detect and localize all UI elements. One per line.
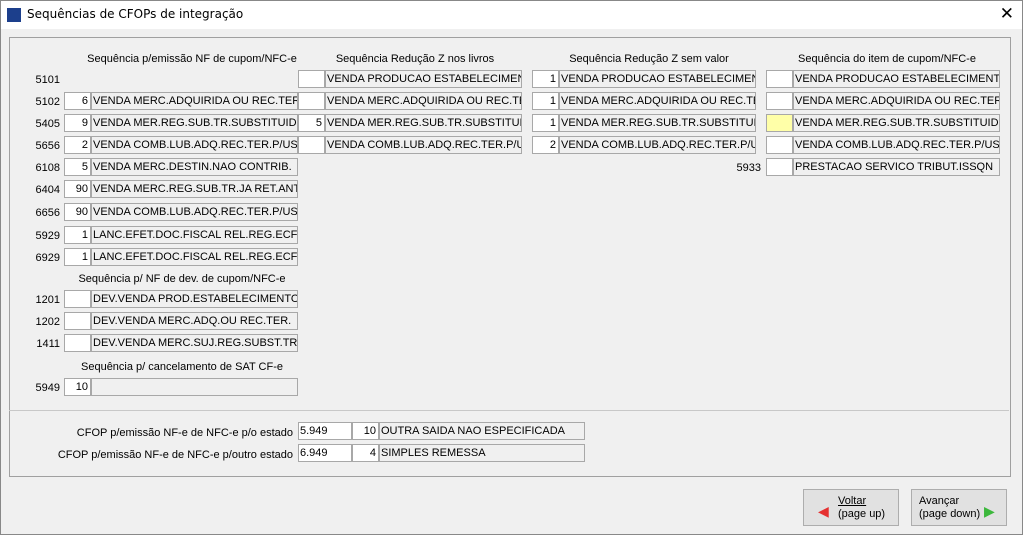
sequence-input[interactable] bbox=[766, 114, 793, 132]
cfop-description: VENDA MER.REG.SUB.TR.SUBSTITUIDO bbox=[91, 114, 298, 132]
sequence-input[interactable]: 5 bbox=[298, 114, 325, 132]
cfop-description: VENDA MERC.ADQUIRIDA OU REC.TER. bbox=[325, 92, 522, 110]
sequence-input[interactable]: 1 bbox=[532, 92, 559, 110]
sequence-input[interactable]: 10 bbox=[64, 378, 91, 396]
sequence-input[interactable] bbox=[298, 136, 325, 154]
cfop-description: VENDA PRODUCAO ESTABELECIMENTO bbox=[793, 70, 1000, 88]
next-button[interactable]: Avançar (page down) ▶ bbox=[911, 489, 1007, 526]
cfop-description: VENDA COMB.LUB.ADQ.REC.TER.P/USO bbox=[325, 136, 522, 154]
header-reducao-livros: Sequência Redução Z nos livros bbox=[335, 53, 495, 65]
sequence-input[interactable]: 1 bbox=[532, 114, 559, 132]
sequence-input[interactable] bbox=[64, 290, 91, 308]
cfop-description: VENDA COMB.LUB.ADQ.REC.TER.P/USO bbox=[559, 136, 756, 154]
close-button[interactable]: ✕ bbox=[1000, 4, 1014, 24]
sequence-input[interactable] bbox=[766, 136, 793, 154]
cfop-description: VENDA MER.REG.SUB.TR.SUBSTITUIDO bbox=[325, 114, 522, 132]
window-title: Sequências de CFOPs de integração bbox=[27, 7, 244, 21]
sequence-input[interactable]: 1 bbox=[532, 70, 559, 88]
app-icon bbox=[7, 8, 21, 22]
cfop-code: 5405 bbox=[35, 118, 60, 130]
cfop-code: 6656 bbox=[35, 207, 60, 219]
back-label: Voltar bbox=[838, 495, 867, 507]
cfop-estado-label: CFOP p/emissão NF-e de NFC-e p/o estado bbox=[76, 427, 293, 439]
cfop-estado-input[interactable]: 5.949 bbox=[298, 422, 352, 440]
sequence-input[interactable] bbox=[766, 158, 793, 176]
cfop-code: 1202 bbox=[35, 316, 60, 328]
cfop-code: 6929 bbox=[35, 252, 60, 264]
cfop-estado-seq[interactable]: 10 bbox=[352, 422, 379, 440]
cfop-description: DEV.VENDA MERC.SUJ.REG.SUBST.TR. bbox=[91, 334, 298, 352]
title-bar: Sequências de CFOPs de integração ✕ bbox=[1, 1, 1022, 29]
cfop-description: VENDA COMB.LUB.ADQ.REC.TER.P/USO bbox=[793, 136, 1000, 154]
cfop-code: 1411 bbox=[36, 338, 60, 350]
sequence-input[interactable]: 2 bbox=[64, 136, 91, 154]
sequence-input[interactable]: 1 bbox=[64, 226, 91, 244]
cfop-description: VENDA COMB.LUB.ADQ.REC.TER.P/USO bbox=[91, 203, 298, 221]
cfop-code: 5933 bbox=[736, 162, 761, 174]
sequence-input[interactable]: 1 bbox=[64, 248, 91, 266]
cfop-description: VENDA MER.REG.SUB.TR.SUBSTITUIDO bbox=[559, 114, 756, 132]
sequence-input[interactable]: 2 bbox=[532, 136, 559, 154]
cfop-code: 5929 bbox=[35, 230, 60, 242]
next-hint: (page down) bbox=[919, 508, 981, 520]
cfop-code: 1201 bbox=[35, 294, 60, 306]
cfop-outro-estado-input[interactable]: 6.949 bbox=[298, 444, 352, 462]
sequence-input[interactable] bbox=[766, 70, 793, 88]
cfop-description: VENDA MERC.ADQUIRIDA OU REC.TER. bbox=[91, 92, 298, 110]
cfop-code: 5101 bbox=[35, 74, 60, 86]
cfop-description: PRESTACAO SERVICO TRIBUT.ISSQN bbox=[793, 158, 1000, 176]
cfop-description: VENDA PRODUCAO ESTABELECIMENTO bbox=[559, 70, 756, 88]
right-arrow-icon: ▶ bbox=[984, 503, 995, 519]
cfop-code: 5656 bbox=[35, 140, 60, 152]
sequence-input[interactable]: 90 bbox=[64, 203, 91, 221]
sequence-input[interactable] bbox=[766, 92, 793, 110]
header-reducao-sem-valor: Sequência Redução Z sem valor bbox=[569, 53, 729, 65]
sequence-input[interactable]: 9 bbox=[64, 114, 91, 132]
cfop-description: VENDA MERC.DESTIN.NAO CONTRIB. bbox=[91, 158, 298, 176]
sequence-input[interactable] bbox=[64, 334, 91, 352]
header-emissao: Sequência p/emissão NF de cupom/NFC-e bbox=[87, 53, 297, 65]
header-item: Sequência do item de cupom/NFC-e bbox=[798, 53, 976, 65]
header-cancelamento: Sequência p/ cancelamento de SAT CF-e bbox=[81, 361, 283, 373]
cfop-description: LANC.EFET.DOC.FISCAL REL.REG.ECF bbox=[91, 226, 298, 244]
cfop-code: 5949 bbox=[35, 382, 60, 394]
back-button[interactable]: ◀ Voltar (page up) bbox=[803, 489, 899, 526]
cfop-description: VENDA PRODUCAO ESTABELECIMENTO bbox=[325, 70, 522, 88]
sequence-input[interactable]: 5 bbox=[64, 158, 91, 176]
sequence-input[interactable] bbox=[298, 70, 325, 88]
cfop-description: VENDA MER.REG.SUB.TR.SUBSTITUIDO bbox=[793, 114, 1000, 132]
cfop-estado-desc: OUTRA SAIDA NAO ESPECIFICADA bbox=[379, 422, 585, 440]
cfop-outro-estado-desc: SIMPLES REMESSA bbox=[379, 444, 585, 462]
header-devolucao: Sequência p/ NF de dev. de cupom/NFC-e bbox=[78, 273, 286, 285]
cfop-code: 6404 bbox=[35, 184, 60, 196]
cfop-description: VENDA MERC.ADQUIRIDA OU REC.TER. bbox=[559, 92, 756, 110]
next-label: Avançar bbox=[919, 495, 960, 507]
cfop-description: VENDA MERC.REG.SUB.TR.JA RET.ANT bbox=[91, 180, 298, 198]
divider bbox=[9, 410, 1009, 411]
cfop-code: 5102 bbox=[35, 96, 60, 108]
cfop-description: VENDA MERC.ADQUIRIDA OU REC.TER. bbox=[793, 92, 1000, 110]
cfop-description: VENDA COMB.LUB.ADQ.REC.TER.P/USO bbox=[91, 136, 298, 154]
cfop-description: LANC.EFET.DOC.FISCAL REL.REG.ECF bbox=[91, 248, 298, 266]
cfop-description: DEV.VENDA MERC.ADQ.OU REC.TER. bbox=[91, 312, 298, 330]
sequence-input[interactable]: 90 bbox=[64, 180, 91, 198]
cfop-description: DEV.VENDA PROD.ESTABELECIMENTO bbox=[91, 290, 298, 308]
left-arrow-icon: ◀ bbox=[818, 503, 829, 519]
sequence-input[interactable]: 6 bbox=[64, 92, 91, 110]
cfop-code: 6108 bbox=[35, 162, 60, 174]
cfop-outro-estado-seq[interactable]: 4 bbox=[352, 444, 379, 462]
sequence-input[interactable] bbox=[64, 312, 91, 330]
cfop-outro-estado-label: CFOP p/emissão NF-e de NFC-e p/outro est… bbox=[57, 449, 293, 461]
back-hint: (page up) bbox=[838, 508, 886, 520]
sequence-input[interactable] bbox=[298, 92, 325, 110]
cfop-description bbox=[91, 378, 298, 396]
